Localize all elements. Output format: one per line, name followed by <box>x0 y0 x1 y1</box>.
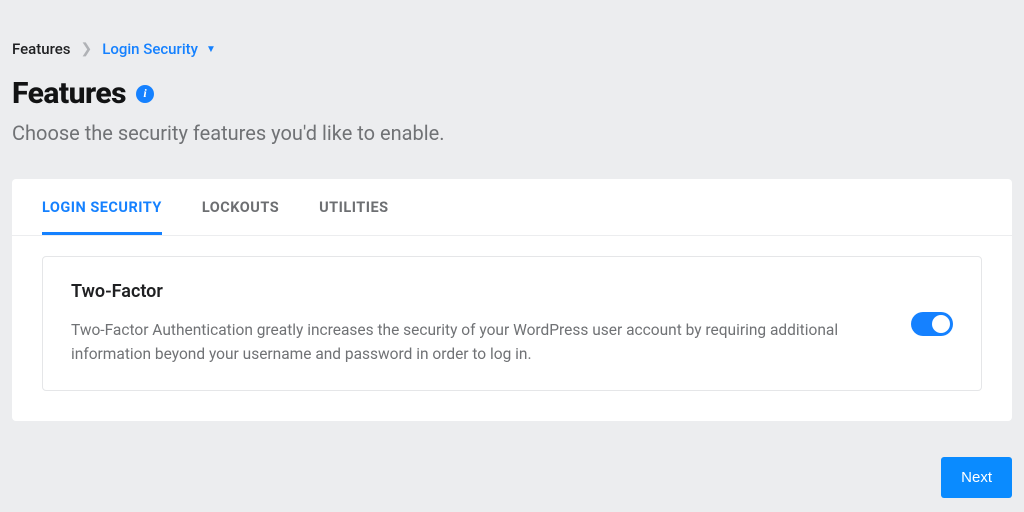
next-button[interactable]: Next <box>941 457 1012 498</box>
page-title: Features <box>12 76 126 111</box>
feature-description: Two-Factor Authentication greatly increa… <box>71 318 881 366</box>
feature-item-two-factor: Two-Factor Two-Factor Authentication gre… <box>42 256 982 391</box>
page-subtitle: Choose the security features you'd like … <box>12 121 1012 145</box>
breadcrumb-current-label: Login Security <box>102 40 198 58</box>
chevron-right-icon: ❯ <box>80 41 92 57</box>
tab-utilities[interactable]: UTILITIES <box>319 179 388 235</box>
toggle-knob <box>932 315 950 333</box>
breadcrumb: Features ❯ Login Security ▼ <box>12 40 1012 58</box>
two-factor-toggle[interactable] <box>911 312 953 336</box>
tab-login-security[interactable]: LOGIN SECURITY <box>42 179 162 235</box>
breadcrumb-root[interactable]: Features <box>12 40 70 58</box>
tab-lockouts[interactable]: LOCKOUTS <box>202 179 279 235</box>
caret-down-icon: ▼ <box>206 44 216 55</box>
info-icon[interactable]: i <box>136 85 154 103</box>
features-card: LOGIN SECURITY LOCKOUTS UTILITIES Two-Fa… <box>12 179 1012 421</box>
tabs: LOGIN SECURITY LOCKOUTS UTILITIES <box>12 179 1012 236</box>
feature-title: Two-Factor <box>71 281 881 302</box>
breadcrumb-current[interactable]: Login Security ▼ <box>102 40 216 58</box>
